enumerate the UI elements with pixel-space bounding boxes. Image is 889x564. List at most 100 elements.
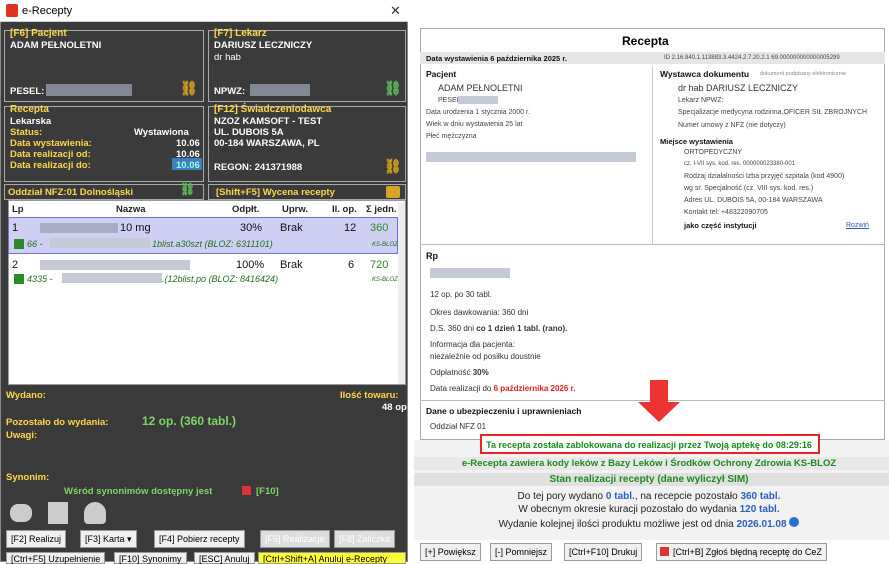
synonym-label: Synonim: [6, 472, 50, 483]
status-label: Status: [10, 127, 43, 138]
report-button[interactable]: [Ctrl+B] Zgłoś błędną receptę do CeZ [656, 543, 827, 561]
rp-heading: Rp [426, 251, 438, 261]
col-lp[interactable]: Lp [12, 204, 24, 215]
recipe-type: Lekarska [10, 116, 52, 127]
status-line-3: Wydanie kolejnej ilości produktu możliwe… [414, 517, 884, 530]
print-button[interactable]: [Ctrl+F10] Drukuj [564, 543, 643, 561]
cancel-erecipe-button[interactable]: [Ctrl+Shift+A] Anuluj e-Recepty [258, 552, 406, 564]
synonym-text: Wśród synonimów dostępny jest [64, 486, 213, 497]
doc-id: ID 2.16.840.1.113883.3.4424.2.7.20.2.1 6… [664, 55, 840, 61]
zoom-out-button[interactable]: [-] Pomniejsz [490, 543, 553, 561]
recipe-header: Recepta [10, 104, 49, 115]
blocked-text: Ta recepta została zablokowana do realiz… [486, 440, 812, 450]
doctor-title: dr hab [214, 52, 241, 63]
arrow-head [638, 402, 680, 422]
provider-name: NZOZ KAMSOFT - TEST [214, 116, 323, 127]
qty-value: 48 op [382, 402, 407, 413]
bloz-u-icon [14, 239, 24, 249]
zoom-in-button[interactable]: [+] Powiększ [420, 543, 481, 561]
rp-line-2: Okres dawkowania: 360 dni [430, 308, 529, 317]
realize-from-label: Data realizacji od: [10, 149, 91, 160]
user-add-icon[interactable] [84, 502, 106, 524]
pesel-label: PESEL: [10, 86, 45, 97]
col-name[interactable]: Nazwa [116, 204, 146, 215]
link-icon[interactable]: ⛓ [180, 182, 195, 196]
card-button[interactable]: [F3] Karta ▾ [80, 530, 137, 548]
code-blur [50, 238, 150, 248]
issued-value: 10.06 [176, 138, 200, 149]
status-line-2: W obecnym okresie kuracji pozostało do w… [518, 504, 780, 515]
pesel-value [46, 84, 132, 96]
rp-line-6: Odpłatność 30% [430, 368, 489, 377]
issuer-name: dr hab DARIUSZ LECZNICZY [678, 83, 799, 93]
close-icon[interactable]: ✕ [390, 3, 401, 19]
npwz-value [250, 84, 310, 96]
patient-heading: Pacjent [426, 69, 457, 79]
coins-icon[interactable] [386, 186, 400, 198]
link-icon[interactable]: ⛓ [384, 158, 402, 175]
remaining-label: Pozostało do wydania: [6, 417, 109, 428]
row-tag: KS-BLOZ [372, 242, 398, 248]
valuation-label[interactable]: [Shift+F5] Wycena recepty [216, 187, 335, 198]
synonym-key[interactable]: [F10] [256, 486, 279, 497]
place-line-2: cz. I-VII sys. kod. res. 000000023380-00… [684, 161, 796, 167]
expand-link[interactable]: Rozwiń [846, 222, 869, 229]
codes-text: e-Recepta zawiera kody leków z Bazy Lekó… [461, 458, 837, 469]
row-qty: 6 [348, 259, 355, 271]
provider-city: 00-184 WARSZAWA, PL [214, 138, 320, 149]
advance-button[interactable]: [F8] Zaliczka [334, 530, 396, 548]
drug-name [40, 223, 118, 233]
provider-header: [F12] Świadczeniodawca [214, 104, 332, 115]
help-icon[interactable] [789, 517, 800, 527]
col-perm[interactable]: Uprw. [282, 204, 308, 215]
issued-label: Wydano: [6, 390, 46, 401]
npwz-label: NPWZ: [214, 86, 246, 97]
col-qty[interactable]: Il. op. [332, 204, 357, 215]
fetch-button[interactable]: [F4] Pobierz recepty [154, 530, 245, 548]
provider-regon: REGON: 241371988 [214, 162, 303, 173]
realize-to-label: Data realizacji do: [10, 160, 91, 171]
row-pack: .(12blist.po (BLOZ: 8416424) [162, 274, 279, 284]
place-line-3: Rodzaj działalności Izba przyjęć szpital… [684, 173, 845, 180]
realize-button[interactable]: [F2] Realizuj [6, 530, 67, 548]
row-name-end: 10 mg [120, 222, 151, 234]
state-text: Stan realizacji recepty (dane wyliczył S… [549, 474, 749, 485]
row-lp: 2 [12, 259, 19, 271]
doc-address-blur [426, 152, 636, 162]
notes-label: Uwagi: [6, 430, 38, 441]
place-heading: Miejsce wystawienia [660, 137, 733, 146]
patient-header: [F6] Pacjent [10, 28, 67, 39]
status-line-1: Do tej pory wydano 0 tabl., na recepcie … [517, 491, 781, 502]
scrollbar[interactable] [398, 202, 405, 384]
row-pay: 100% [236, 259, 265, 271]
row-perm: Brak [280, 222, 303, 234]
realizations-button[interactable]: [F5] Realizacje [260, 530, 330, 548]
synonym-marker-icon [242, 486, 251, 495]
insurance-heading: Dane o ubezpieczeniu i uprawnieniach [426, 406, 582, 416]
col-units[interactable]: Σ jedn. [366, 204, 397, 215]
synonyms-button[interactable]: [F10] Synonimy [114, 552, 187, 564]
issuer-npwz: Lekarz NPWZ: [678, 97, 724, 104]
place-line-5: Adres UL. DUBOIS 5A, 00-184 WARSZAWA [684, 197, 823, 204]
link-icon[interactable]: ⛓ [384, 80, 402, 97]
document-icon[interactable] [48, 502, 68, 524]
divider [420, 244, 885, 245]
supplement-button[interactable]: [Ctrl+F5] Uzupełnienie [6, 552, 106, 564]
rp-line-7: Data realizacji do 6 października 2026 r… [430, 384, 576, 393]
qty-label: Ilość towaru: [340, 390, 399, 401]
nfz-label: Oddział NFZ:01 Dolnośląski [8, 187, 134, 198]
drug-blur [430, 268, 510, 278]
doc-patient-name: ADAM PEŁNOLETNI [438, 83, 523, 93]
doc-age: Wiek w dniu wystawienia 25 lat [426, 121, 523, 128]
chat-icon[interactable] [10, 504, 32, 522]
issuer-heading: Wystawca dokumentu [660, 69, 750, 79]
code-blur [62, 273, 162, 283]
col-pay[interactable]: Odpłt. [232, 204, 259, 215]
issuer-note: dokument podpisany elektronicznie [760, 71, 846, 77]
link-icon[interactable]: ⛓ [180, 80, 198, 97]
realize-to-value: 10.06 [176, 160, 200, 171]
doctor-name: DARIUSZ LECZNICZY [214, 40, 313, 51]
row-pay: 30% [240, 222, 263, 234]
cancel-button[interactable]: [ESC] Anuluj [194, 552, 255, 564]
drug-name [40, 260, 190, 270]
